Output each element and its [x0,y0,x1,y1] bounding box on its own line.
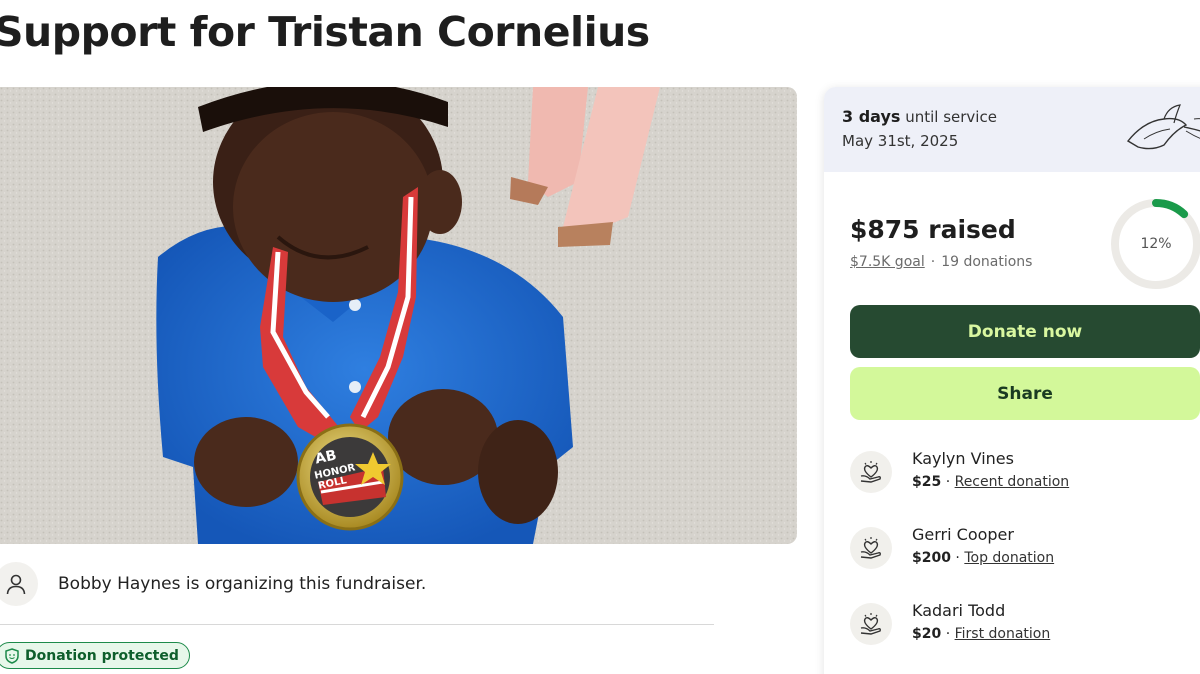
donation-card: 3 days until service May 31st, 2025 $875… [824,87,1200,674]
separator: · [945,474,951,490]
amount-raised: $875 raised [850,215,1016,244]
donation-amount: $200 [912,550,951,566]
share-button[interactable]: Share [850,367,1200,420]
donation-item: Kadari Todd $20 · First donation [850,601,1050,653]
donation-tag-link[interactable]: Recent donation [955,474,1070,490]
page-title: Support for Tristan Cornelius [0,8,650,56]
separator: · [955,550,960,566]
service-days: 3 days [842,107,901,126]
organizer-text: Bobby Haynes is organizing this fundrais… [58,574,427,594]
heart-hand-icon [850,603,892,645]
progress-percent: 12% [1140,236,1172,252]
donation-item: Gerri Cooper $200 · Top donation [850,525,1054,577]
donation-amount: $25 [912,474,942,490]
service-until: until service [905,108,997,126]
person-icon [0,562,38,606]
donation-amount: $20 [912,626,942,642]
heart-hand-icon [850,527,892,569]
service-banner: 3 days until service May 31st, 2025 [824,87,1200,172]
donor-name: Kadari Todd [912,601,1006,620]
fundraiser-photo[interactable]: AB HONOR ROLL [0,87,797,544]
donation-tag-link[interactable]: Top donation [964,550,1054,566]
separator: · [930,254,936,270]
heart-hand-icon [850,451,892,493]
organizer-row: Bobby Haynes is organizing this fundrais… [0,562,426,606]
progress-ring: 12% [1110,198,1200,290]
goal-link[interactable]: $7.5K goal [850,254,925,270]
donor-name: Kaylyn Vines [912,449,1014,468]
separator: · [945,626,951,642]
donation-item: Kaylyn Vines $25 · Recent donation [850,449,1069,501]
donor-name: Gerri Cooper [912,525,1014,544]
donation-count: 19 donations [941,254,1033,270]
divider [0,624,714,625]
photo-illustration: AB HONOR ROLL [0,87,797,544]
lily-flower-icon [1126,104,1200,150]
donation-tag-link[interactable]: First donation [955,626,1051,642]
shield-icon [5,647,19,664]
donation-protected-badge[interactable]: Donation protected [0,642,190,669]
badge-label: Donation protected [25,647,179,664]
goal-line: $7.5K goal · 19 donations [850,254,1032,270]
donate-now-button[interactable]: Donate now [850,305,1200,358]
